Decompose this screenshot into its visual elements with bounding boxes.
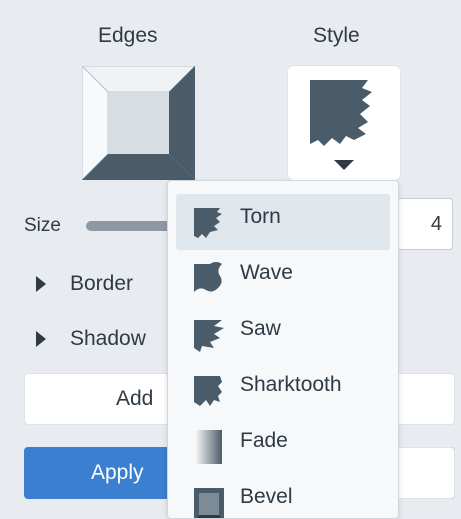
add-button-label: Add bbox=[116, 387, 154, 410]
style-option-label: Fade bbox=[240, 429, 288, 452]
bevel-edge-icon bbox=[194, 488, 224, 518]
chevron-down-icon bbox=[334, 160, 354, 170]
shadow-label: Shadow bbox=[70, 327, 146, 350]
style-option-label: Saw bbox=[240, 317, 281, 340]
style-option-fade[interactable]: Fade bbox=[176, 418, 390, 474]
style-option-bevel[interactable]: Bevel bbox=[176, 474, 390, 518]
style-option-saw[interactable]: Saw bbox=[176, 306, 390, 362]
bevel-edges-icon bbox=[80, 64, 197, 182]
size-slider[interactable] bbox=[86, 221, 176, 231]
style-option-sharktooth[interactable]: Sharktooth bbox=[176, 362, 390, 418]
style-option-label: Wave bbox=[240, 261, 293, 284]
size-label: Size bbox=[24, 215, 61, 236]
style-option-label: Torn bbox=[240, 205, 281, 228]
border-expander[interactable]: Border bbox=[36, 272, 133, 296]
wave-edge-icon bbox=[194, 262, 222, 292]
caret-right-icon bbox=[36, 276, 46, 292]
effects-panel: Edges Style Size 4 Border Shadow Add App… bbox=[0, 0, 461, 519]
style-heading: Style bbox=[313, 24, 360, 47]
size-input[interactable]: 4 bbox=[395, 198, 453, 250]
torn-style-icon bbox=[310, 80, 372, 170]
saw-edge-icon bbox=[194, 320, 224, 352]
style-dropdown-menu: Torn Wave Saw Sharktooth Fade Bevel bbox=[167, 180, 399, 519]
caret-right-icon bbox=[36, 331, 46, 347]
apply-button-label: Apply bbox=[91, 461, 144, 484]
edges-preview-button[interactable] bbox=[80, 64, 197, 182]
style-option-torn[interactable]: Torn bbox=[176, 194, 390, 250]
apply-button-right-area bbox=[395, 447, 455, 499]
fade-edge-icon bbox=[196, 430, 222, 464]
border-label: Border bbox=[70, 272, 134, 295]
style-option-label: Bevel bbox=[240, 485, 293, 508]
torn-edge-icon bbox=[194, 208, 222, 238]
shadow-expander[interactable]: Shadow bbox=[36, 327, 146, 351]
style-dropdown-button[interactable] bbox=[288, 66, 400, 180]
edges-heading: Edges bbox=[98, 24, 158, 47]
style-option-wave[interactable]: Wave bbox=[176, 250, 390, 306]
sharktooth-edge-icon bbox=[194, 376, 222, 406]
style-option-label: Sharktooth bbox=[240, 373, 342, 396]
